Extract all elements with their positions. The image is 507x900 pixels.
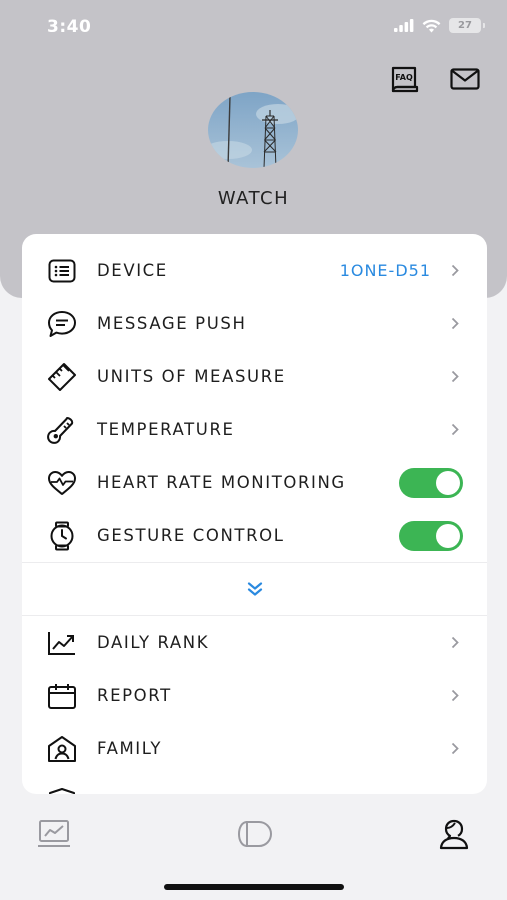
chart-trend-icon bbox=[46, 627, 78, 659]
watch-icon bbox=[46, 520, 78, 552]
svg-text:FAQ: FAQ bbox=[395, 73, 413, 82]
watch-icon bbox=[237, 821, 272, 847]
status-bar: 3:40 27 bbox=[0, 0, 507, 54]
person-icon bbox=[439, 819, 469, 850]
chevron-right-icon bbox=[449, 636, 461, 650]
ruler-icon bbox=[46, 361, 78, 393]
menu-label: FAMILY bbox=[97, 739, 163, 758]
toggle-knob bbox=[436, 470, 460, 495]
tab-device[interactable] bbox=[234, 817, 274, 851]
status-time: 3:40 bbox=[47, 17, 92, 37]
toggle-knob bbox=[436, 523, 460, 548]
avatar-photo bbox=[208, 92, 298, 168]
chevron-right-icon bbox=[449, 370, 461, 384]
device-model-value: 1ONE-D51 bbox=[339, 261, 431, 280]
shield-icon bbox=[46, 786, 78, 794]
heart-rate-toggle[interactable] bbox=[399, 467, 463, 498]
list-icon bbox=[46, 255, 78, 287]
double-chevron-down-icon bbox=[247, 582, 262, 596]
chevron-right-icon bbox=[449, 689, 461, 703]
menu-label: GESTURE CONTROL bbox=[97, 526, 285, 545]
chevron-right-icon bbox=[449, 742, 461, 756]
expand-more-button[interactable] bbox=[22, 563, 487, 615]
chevron-right-icon bbox=[449, 264, 461, 278]
menu-row-gesture-control: GESTURE CONTROL bbox=[22, 509, 487, 562]
menu-row-device[interactable]: DEVICE 1ONE-D51 bbox=[22, 244, 487, 297]
home-person-icon bbox=[46, 733, 78, 765]
header-actions: FAQ bbox=[389, 64, 481, 94]
wifi-icon bbox=[422, 19, 441, 32]
heart-pulse-icon bbox=[46, 467, 78, 499]
chart-screen-icon bbox=[38, 820, 70, 847]
mail-icon bbox=[450, 68, 480, 90]
menu-label: TEMPERATURE bbox=[97, 420, 235, 439]
gesture-control-toggle[interactable] bbox=[399, 520, 463, 551]
menu-row-heart-rate-monitoring: HEART RATE MONITORING bbox=[22, 456, 487, 509]
menu-row-units-of-measure[interactable]: UNITS OF MEASURE bbox=[22, 350, 487, 403]
menu-row-report[interactable]: REPORT bbox=[22, 669, 487, 722]
menu-label: REPORT bbox=[97, 686, 172, 705]
calendar-icon bbox=[46, 680, 78, 712]
settings-card: DEVICE 1ONE-D51 MESSAGE PUSH UNITS OF ME… bbox=[22, 234, 487, 794]
tab-profile[interactable] bbox=[434, 817, 474, 851]
menu-label: HEART RATE MONITORING bbox=[97, 473, 346, 492]
menu-row-family[interactable]: FAMILY bbox=[22, 722, 487, 775]
menu-label: DAILY RANK bbox=[97, 633, 210, 652]
chat-bubble-icon bbox=[46, 308, 78, 340]
battery-indicator: 27 bbox=[449, 18, 485, 33]
menu-row-daily-rank[interactable]: DAILY RANK bbox=[22, 616, 487, 669]
messages-button[interactable] bbox=[449, 64, 481, 94]
faq-book-icon: FAQ bbox=[391, 66, 419, 93]
menu-row-temperature[interactable]: TEMPERATURE bbox=[22, 403, 487, 456]
tab-activity[interactable] bbox=[34, 817, 74, 851]
chevron-right-icon bbox=[449, 423, 461, 437]
device-title: WATCH bbox=[217, 188, 290, 209]
thermometer-icon bbox=[46, 414, 78, 446]
menu-row-partial[interactable] bbox=[22, 775, 487, 794]
home-indicator bbox=[164, 884, 344, 890]
signal-icon bbox=[394, 19, 414, 32]
faq-button[interactable]: FAQ bbox=[389, 64, 421, 94]
menu-label: MESSAGE PUSH bbox=[97, 314, 247, 333]
menu-row-message-push[interactable]: MESSAGE PUSH bbox=[22, 297, 487, 350]
menu-label: DEVICE bbox=[97, 261, 168, 280]
chevron-right-icon bbox=[449, 317, 461, 331]
avatar[interactable] bbox=[208, 92, 298, 168]
menu-label: UNITS OF MEASURE bbox=[97, 367, 286, 386]
status-indicators: 27 bbox=[394, 18, 485, 33]
